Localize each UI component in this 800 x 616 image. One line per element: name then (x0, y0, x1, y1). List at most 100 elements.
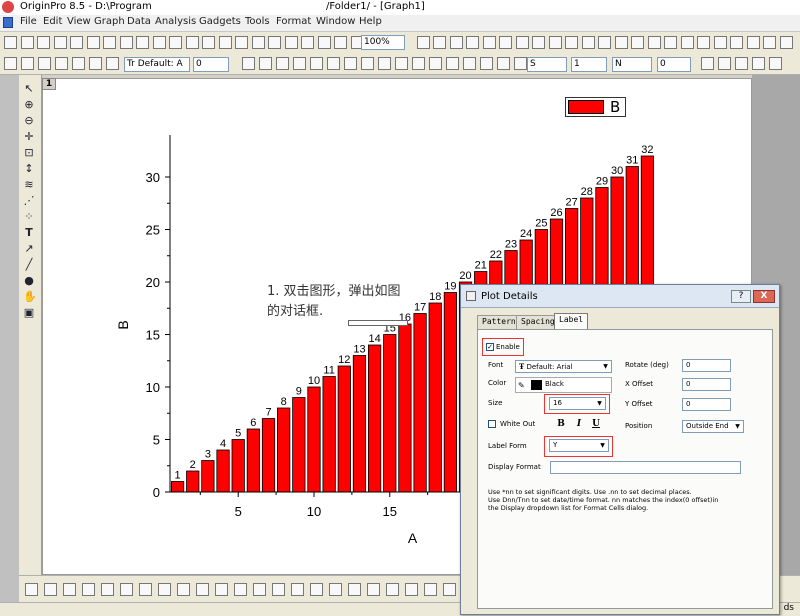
size-select-value: 16 (553, 399, 562, 407)
tb3-button-icon[interactable] (63, 583, 76, 596)
bar-data-label: 7 (265, 407, 271, 419)
tb3-button-icon[interactable] (291, 583, 304, 596)
tb3-button-icon[interactable] (196, 583, 209, 596)
tb3-button-icon[interactable] (44, 583, 57, 596)
bar[interactable] (367, 344, 382, 493)
help-button[interactable]: ? (731, 290, 751, 303)
size-select[interactable]: 16 ▼ (549, 397, 606, 410)
enable-label: Enable (496, 343, 520, 351)
tb3-button-icon[interactable] (215, 583, 228, 596)
bar[interactable] (352, 355, 367, 493)
position-select[interactable]: Outside End ▼ (682, 420, 744, 433)
legend-label: B (610, 98, 621, 116)
bar-data-label: 3 (205, 449, 211, 461)
y-tick-label: 25 (146, 223, 160, 238)
bar-data-label: 1 (175, 470, 181, 482)
bar-data-label: 23 (505, 239, 517, 251)
bar[interactable] (337, 365, 351, 493)
legend[interactable]: B (565, 97, 626, 117)
bar-data-label: 22 (490, 249, 502, 261)
y-tick-label: 30 (146, 170, 160, 185)
font-type-icon: Ŧ (519, 362, 525, 371)
tb3-button-icon[interactable] (272, 583, 285, 596)
x-tick-label: 10 (307, 504, 321, 519)
bar-data-label: 30 (611, 165, 623, 177)
color-select[interactable]: ✎ Black (515, 377, 612, 393)
bar-data-label: 10 (308, 375, 320, 387)
bar[interactable] (170, 481, 185, 493)
bar[interactable] (216, 449, 230, 493)
rotate-label: Rotate (deg) (625, 361, 669, 369)
yoffset-input[interactable]: 0 (682, 398, 731, 411)
chevron-down-icon: ▼ (600, 442, 605, 449)
label-form-value: Y (553, 441, 558, 449)
bar-data-label: 32 (641, 144, 653, 156)
color-swatch (531, 380, 542, 390)
bar[interactable] (261, 418, 276, 493)
tb3-button-icon[interactable] (101, 583, 114, 596)
bar-data-label: 29 (596, 176, 608, 188)
bar[interactable] (277, 407, 291, 493)
italic-button[interactable]: I (572, 418, 586, 430)
tb3-button-icon[interactable] (253, 583, 266, 596)
tb3-button-icon[interactable] (367, 583, 380, 596)
y-tick-label: 5 (153, 433, 160, 448)
x-tick-label: 5 (235, 504, 242, 519)
underline-button[interactable]: U (589, 418, 603, 430)
bold-button[interactable]: B (554, 418, 568, 430)
tb3-button-icon[interactable] (25, 583, 38, 596)
bar[interactable] (413, 313, 427, 493)
bar[interactable] (246, 428, 260, 493)
bar-data-label: 13 (353, 344, 365, 356)
white-out-checkbox[interactable] (488, 420, 496, 428)
bar[interactable] (428, 302, 442, 493)
tb3-button-icon[interactable] (405, 583, 418, 596)
bar[interactable] (231, 439, 245, 493)
tb3-button-icon[interactable] (329, 583, 342, 596)
y-tick-label: 10 (146, 380, 160, 395)
tb3-button-icon[interactable] (139, 583, 152, 596)
bar[interactable] (322, 376, 336, 493)
tb3-button-icon[interactable] (234, 583, 247, 596)
tb3-button-icon[interactable] (158, 583, 171, 596)
bar-data-label: 14 (368, 333, 380, 345)
tab-label[interactable]: Label (554, 313, 589, 330)
tb3-button-icon[interactable] (177, 583, 190, 596)
tb3-button-icon[interactable] (443, 583, 456, 596)
bar-data-label: 12 (338, 354, 350, 366)
bar[interactable] (201, 460, 215, 493)
font-select[interactable]: Ŧ Default: Arial ▼ (515, 360, 612, 373)
xoffset-input[interactable]: 0 (682, 378, 731, 391)
color-select-value: Black (545, 380, 564, 388)
tb3-button-icon[interactable] (120, 583, 133, 596)
tb3-button-icon[interactable] (424, 583, 437, 596)
bar[interactable] (443, 292, 458, 493)
y-tick-label: 20 (146, 275, 160, 290)
selection-handle[interactable] (348, 320, 408, 326)
bar[interactable] (383, 334, 397, 493)
display-format-input[interactable] (550, 461, 741, 474)
bar-data-label: 2 (190, 459, 196, 471)
close-button[interactable]: X (753, 290, 775, 303)
annotation-note: 1. 双击图形，弹出如图 的对话框. (267, 284, 401, 319)
bar[interactable] (398, 323, 412, 493)
tb3-button-icon[interactable] (310, 583, 323, 596)
bar[interactable] (292, 397, 306, 493)
font-select-value: Default: Arial (526, 363, 573, 371)
bar-data-label: 25 (535, 218, 547, 230)
enable-checkbox[interactable]: ✓ (486, 343, 494, 351)
pencil-icon: ✎ (518, 381, 525, 390)
dialog-title-bar[interactable]: Plot Details ? X (461, 285, 779, 308)
bar[interactable] (307, 386, 321, 493)
white-out-label: White Out (500, 420, 536, 428)
chevron-down-icon: ▼ (603, 363, 608, 370)
label-form-label: Label Form (488, 442, 527, 450)
tb3-button-icon[interactable] (348, 583, 361, 596)
label-form-select[interactable]: Y ▼ (549, 439, 609, 452)
tab-pattern[interactable]: Pattern (477, 315, 521, 329)
bar[interactable] (186, 470, 200, 493)
tb3-button-icon[interactable] (386, 583, 399, 596)
tb3-button-icon[interactable] (82, 583, 95, 596)
bar-data-label: 31 (626, 155, 638, 167)
rotate-input[interactable]: 0 (682, 359, 731, 372)
